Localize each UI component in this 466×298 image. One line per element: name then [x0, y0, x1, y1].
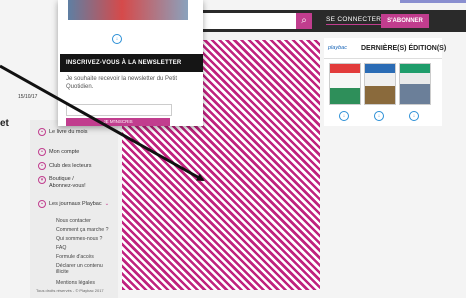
annotation-arrow [0, 64, 205, 182]
